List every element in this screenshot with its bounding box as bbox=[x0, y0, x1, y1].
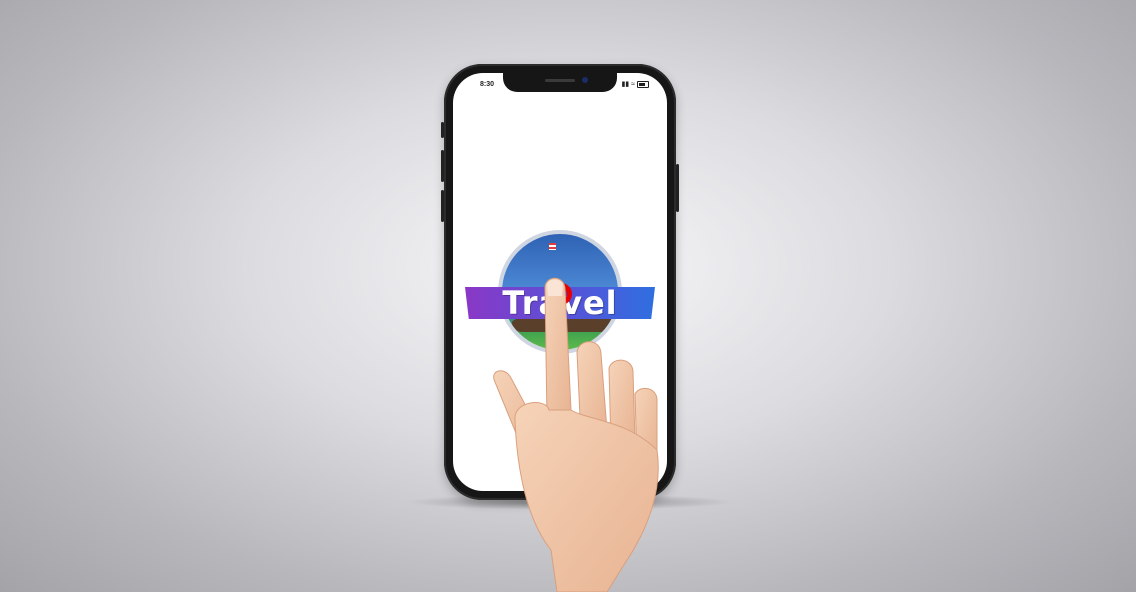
status-time: 8:30 bbox=[480, 81, 495, 88]
fingernail bbox=[547, 279, 563, 296]
status-icons: ▮▮ ≈ bbox=[621, 81, 649, 88]
flag-icon bbox=[549, 243, 556, 250]
signal-icon: ▮▮ bbox=[621, 81, 630, 88]
volume-up-button bbox=[441, 150, 444, 182]
power-button bbox=[676, 164, 679, 212]
battery-icon bbox=[637, 81, 649, 88]
mute-switch bbox=[441, 122, 444, 138]
wifi-icon: ≈ bbox=[631, 81, 635, 88]
earpiece-speaker bbox=[545, 79, 575, 82]
volume-down-button bbox=[441, 190, 444, 222]
front-camera bbox=[582, 77, 588, 83]
pointing-hand bbox=[493, 277, 659, 592]
notch bbox=[503, 73, 617, 92]
scene: 8:30 ▮▮ ≈ Travel bbox=[0, 0, 1136, 592]
hand-index-finger bbox=[544, 277, 572, 421]
